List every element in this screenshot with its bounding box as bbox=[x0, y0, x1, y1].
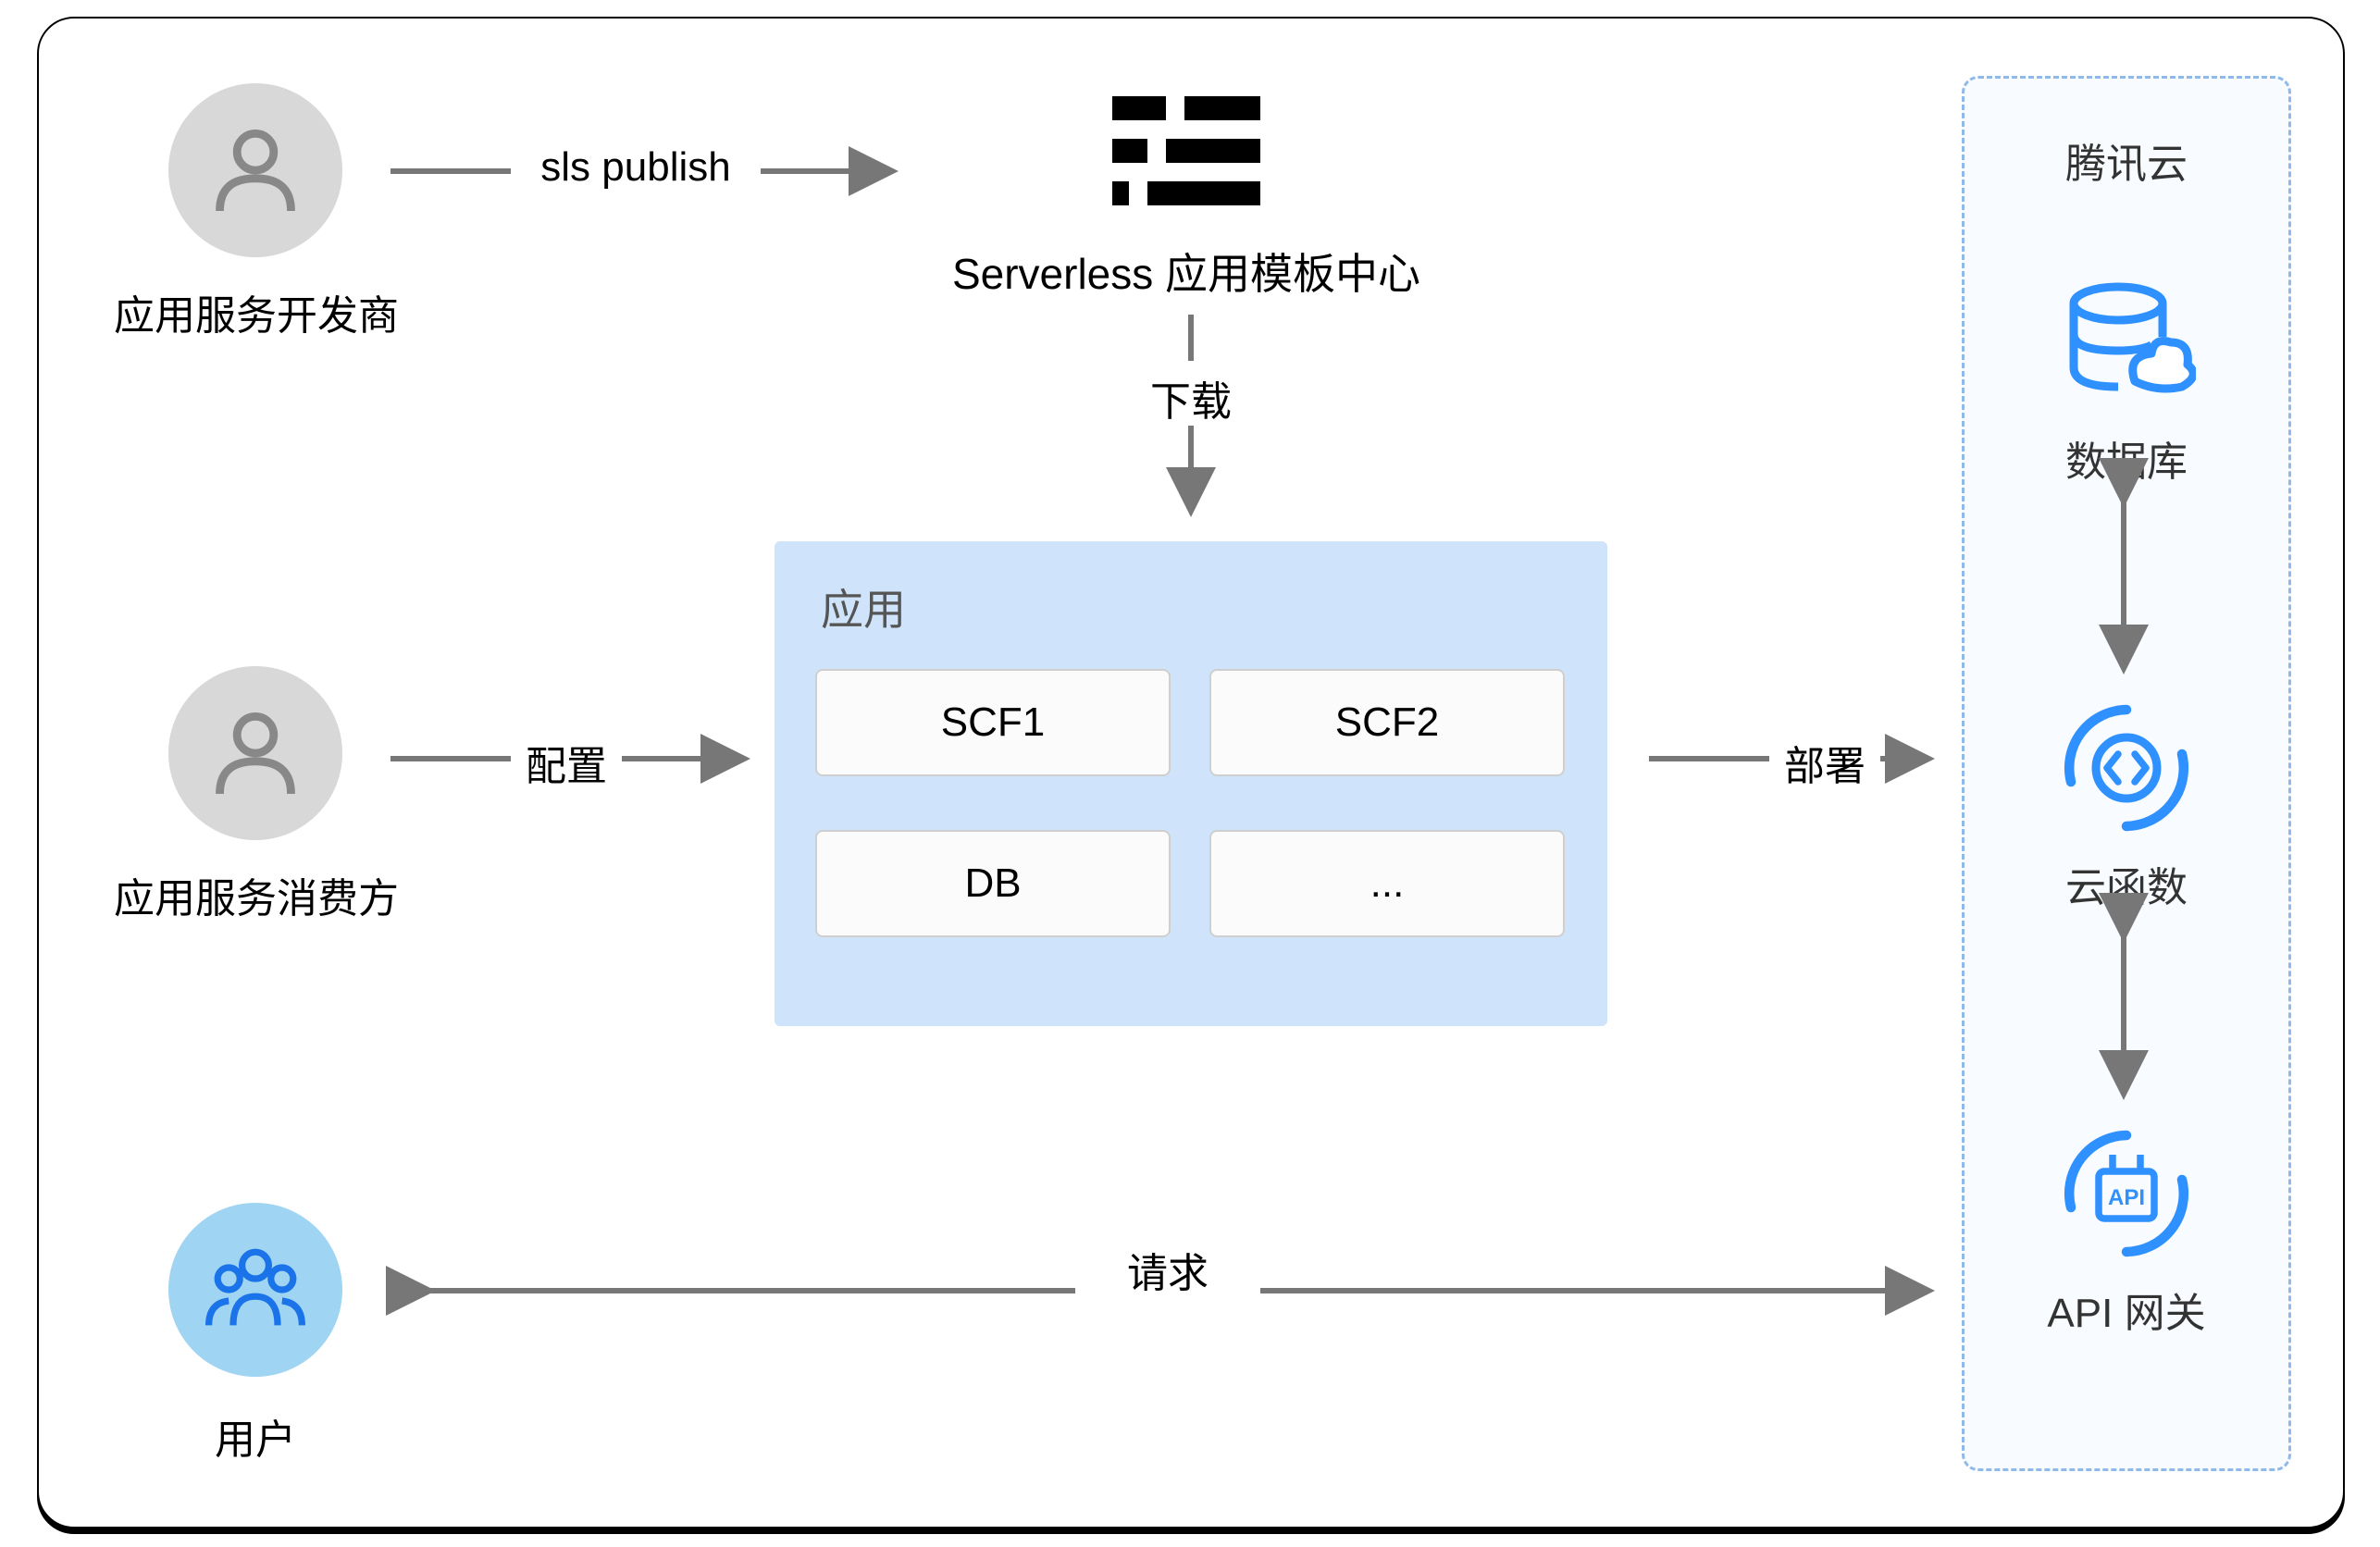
diagram-frame: 应用服务开发商 应用服务消费方 bbox=[37, 17, 2345, 1528]
arrow-configure-label: 配置 bbox=[511, 733, 622, 792]
arrow-publish-label: sls publish bbox=[511, 144, 761, 191]
arrow-download-label: 下载 bbox=[1135, 368, 1246, 427]
arrow-deploy-label: 部署 bbox=[1769, 733, 1880, 792]
arrow-request-label: 请求 bbox=[1075, 1240, 1260, 1299]
arrows bbox=[39, 19, 2343, 1527]
